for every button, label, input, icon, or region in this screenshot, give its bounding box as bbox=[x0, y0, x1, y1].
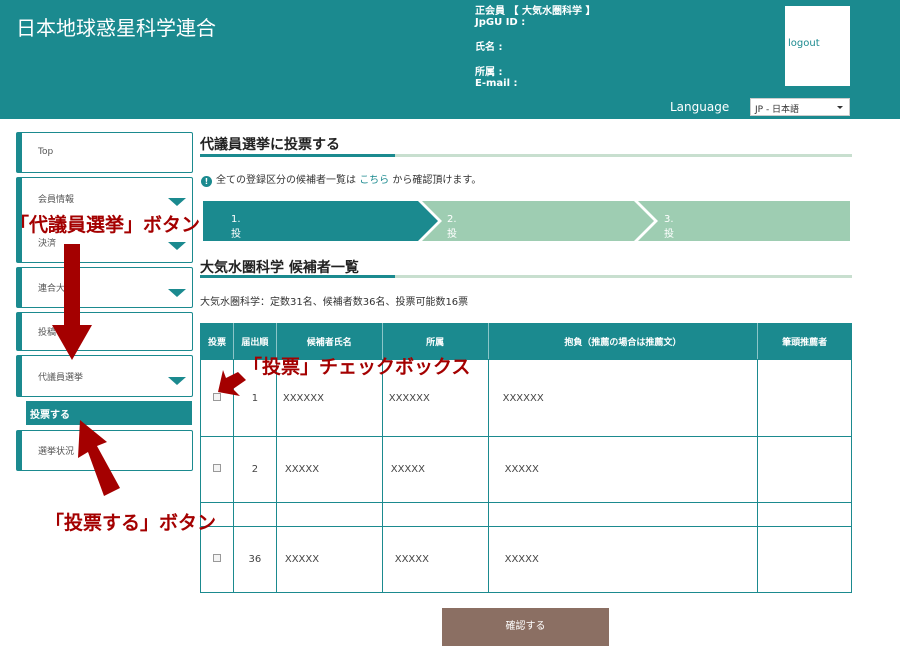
arrow-to-checkbox bbox=[218, 370, 246, 396]
annotation-vote-checkbox: 「投票」チェックボックス bbox=[243, 356, 471, 378]
arrow-to-delegate bbox=[52, 244, 92, 360]
annotation-arrows bbox=[52, 244, 246, 496]
arrow-to-vote bbox=[78, 420, 120, 496]
annotation-vote-button: 「投票する」ボタン bbox=[45, 512, 217, 534]
annotation-delegate-button: 「代議員選挙」ボタン bbox=[10, 214, 201, 236]
